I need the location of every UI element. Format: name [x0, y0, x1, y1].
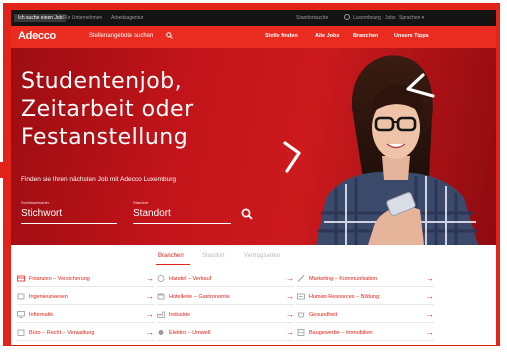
category-section: Branchen Standort Vertragsarten Finanzen…: [11, 245, 496, 345]
search-icon[interactable]: [166, 32, 173, 39]
category-label: Ingenieurwesen: [29, 294, 68, 300]
category-label: Elektro – Umwelt: [169, 330, 211, 336]
arrow-right-icon: →: [426, 310, 434, 319]
arrow-right-icon: →: [286, 274, 294, 283]
category-marketing[interactable]: Marketing – Kommunikation →: [297, 272, 434, 287]
arrow-right-icon: →: [146, 274, 154, 283]
nav-industries[interactable]: Branchen: [353, 33, 378, 39]
globe-icon: [344, 14, 350, 20]
job-search-link[interactable]: Stellenangebote suchen: [89, 33, 153, 39]
category-industry[interactable]: Industrie →: [157, 308, 294, 323]
headline-line-1: Studentenjob,: [21, 69, 183, 94]
pen-icon: [297, 275, 305, 282]
category-engineering[interactable]: Ingenieurwesen →: [17, 290, 154, 305]
category-label: Marketing – Kommunikation: [309, 276, 378, 282]
keyword-label: Schlüsselwörter: [21, 200, 50, 205]
category-hr[interactable]: Human Resources – Bildung →: [297, 290, 434, 305]
util-tab-jobseeker[interactable]: Ich suche einen Job: [14, 14, 67, 22]
headline-line-3: Festanstellung: [21, 125, 189, 150]
arrow-right-icon: →: [146, 328, 154, 337]
category-label: Handel – Verkauf: [169, 276, 212, 282]
chevron-right-decoration-icon: [283, 141, 301, 173]
category-finance[interactable]: Finanzen – Versicherung →: [17, 272, 154, 287]
category-label: Baugewerbe – Immobilien: [309, 330, 373, 336]
category-label: Büro – Recht – Verwaltung: [29, 330, 95, 336]
website-screenshot: Ich suche einen Job Für Unternehmen Arbe…: [11, 10, 496, 345]
engineering-icon: [17, 293, 25, 300]
health-icon: [297, 312, 305, 318]
nav-tips[interactable]: Unsere Tipps: [394, 33, 429, 39]
active-tab-underline: [156, 264, 190, 265]
location-label: Standort: [133, 200, 149, 205]
arrow-right-icon: →: [146, 310, 154, 319]
util-tab-agency[interactable]: Arbeitsagentur: [111, 15, 144, 21]
headline-line-2: Zeitarbeit oder: [21, 97, 194, 122]
category-construction[interactable]: Baugewerbe – Immobilien →: [297, 326, 434, 341]
util-location-search[interactable]: Standortsuche: [296, 15, 328, 21]
search-submit-icon[interactable]: [241, 208, 253, 220]
category-health[interactable]: Gesundheit →: [297, 308, 434, 323]
keyword-input[interactable]: Stichwort: [21, 208, 117, 224]
main-header: Adecco Stellenangebote suchen Stelle fin…: [11, 26, 496, 48]
tab-industries[interactable]: Branchen: [158, 253, 184, 259]
category-it[interactable]: Informatik →: [17, 308, 154, 323]
hotel-icon: [157, 293, 165, 300]
category-label: Finanzen – Versicherung: [29, 276, 90, 282]
computer-icon: [17, 311, 25, 318]
arrow-right-icon: →: [146, 292, 154, 301]
construction-icon: [297, 329, 305, 336]
category-label: Industrie: [169, 312, 191, 318]
hero-headline: Studentenjob, Zeitarbeit oder Festanstel…: [21, 68, 194, 152]
category-label: Human Resources – Bildung: [309, 294, 380, 300]
finance-icon: [17, 275, 25, 282]
industry-icon: [157, 311, 165, 318]
chevron-left-decoration-icon: [406, 73, 435, 98]
category-retail[interactable]: Handel – Verkauf →: [157, 272, 294, 287]
arrow-right-icon: →: [286, 310, 294, 319]
arrow-right-icon: →: [286, 292, 294, 301]
arrow-right-icon: →: [426, 274, 434, 283]
hr-icon: [297, 293, 305, 300]
hero-banner: Studentenjob, Zeitarbeit oder Festanstel…: [11, 48, 496, 245]
frame-marker: [0, 162, 10, 178]
arrow-right-icon: →: [286, 328, 294, 337]
tab-location[interactable]: Standort: [202, 253, 225, 259]
category-hospitality[interactable]: Hotellerie – Gastronomie →: [157, 290, 294, 305]
tab-contract-types[interactable]: Vertragsarten: [244, 253, 280, 259]
adecco-logo[interactable]: Adecco: [18, 30, 56, 42]
arrow-right-icon: →: [426, 292, 434, 301]
arrow-right-icon: →: [426, 328, 434, 337]
utility-bar: Ich suche einen Job Für Unternehmen Arbe…: [11, 10, 496, 26]
location-input[interactable]: Standort: [133, 208, 231, 224]
student-photo: [316, 55, 478, 245]
category-office[interactable]: Büro – Recht – Verwaltung →: [17, 326, 154, 341]
handshake-icon: [157, 275, 165, 282]
electric-icon: [158, 330, 164, 335]
category-label: Hotellerie – Gastronomie: [169, 294, 230, 300]
nav-find-job[interactable]: Stelle finden: [265, 33, 298, 39]
util-country[interactable]: Luxembourg ∙ Jobs: [353, 15, 396, 21]
category-electrical[interactable]: Elektro – Umwelt →: [157, 326, 294, 341]
nav-all-jobs[interactable]: Alle Jobs: [315, 33, 339, 39]
util-tab-companies[interactable]: Für Unternehmen: [63, 15, 102, 21]
util-language[interactable]: Sprachen ▾: [399, 15, 424, 21]
hero-subtitle: Finden sie Ihren nächsten Job mit Adecco…: [21, 176, 177, 183]
category-label: Informatik: [29, 312, 54, 318]
category-label: Gesundheit: [309, 312, 338, 318]
office-icon: [17, 329, 25, 336]
